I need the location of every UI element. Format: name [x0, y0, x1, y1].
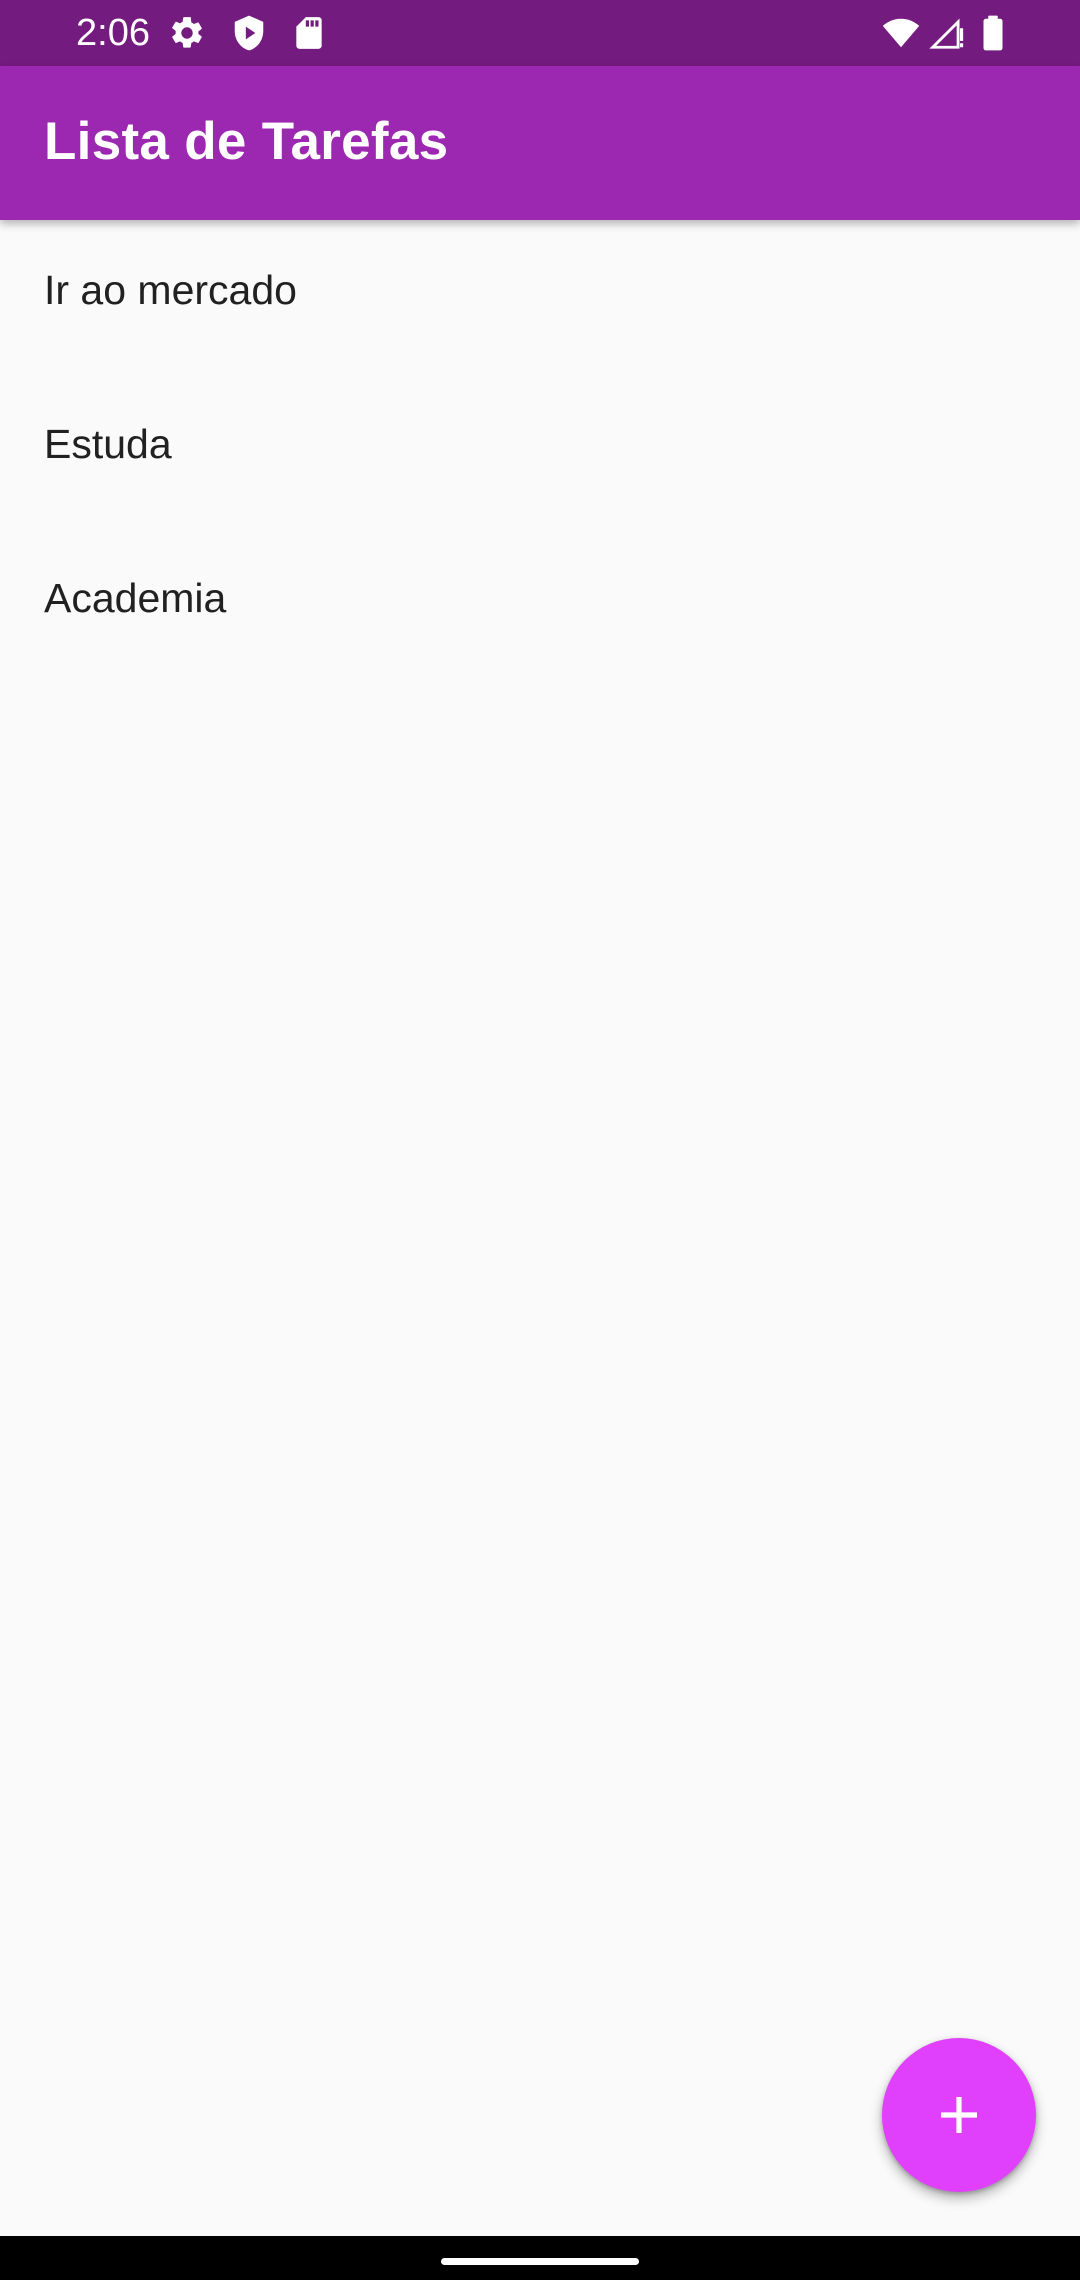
status-time: 2:06 [76, 12, 150, 54]
list-item[interactable]: Ir ao mercado [0, 220, 1080, 374]
page-title: Lista de Tarefas [44, 112, 449, 171]
add-icon [941, 2097, 977, 2133]
task-list: Ir ao mercado Estuda Academia [0, 220, 1080, 682]
task-label: Academia [44, 575, 227, 621]
settings-icon [168, 14, 206, 52]
status-bar: 2:06 [0, 0, 1080, 66]
battery-icon [974, 14, 1012, 52]
navigation-bar [0, 2236, 1080, 2280]
play-protect-icon [230, 14, 268, 52]
wifi-icon [882, 14, 920, 52]
list-item[interactable]: Academia [0, 528, 1080, 682]
task-label: Ir ao mercado [44, 267, 297, 313]
sd-card-icon [290, 14, 328, 52]
app-bar: Lista de Tarefas [0, 66, 1080, 220]
signal-icon [928, 14, 966, 52]
list-item[interactable]: Estuda [0, 374, 1080, 528]
task-label: Estuda [44, 421, 172, 467]
home-gesture-handle[interactable] [441, 2258, 639, 2265]
add-task-button[interactable] [882, 2038, 1036, 2192]
screen: 2:06 Lista de Tarefas Ir ao mercado Estu… [0, 0, 1080, 2280]
